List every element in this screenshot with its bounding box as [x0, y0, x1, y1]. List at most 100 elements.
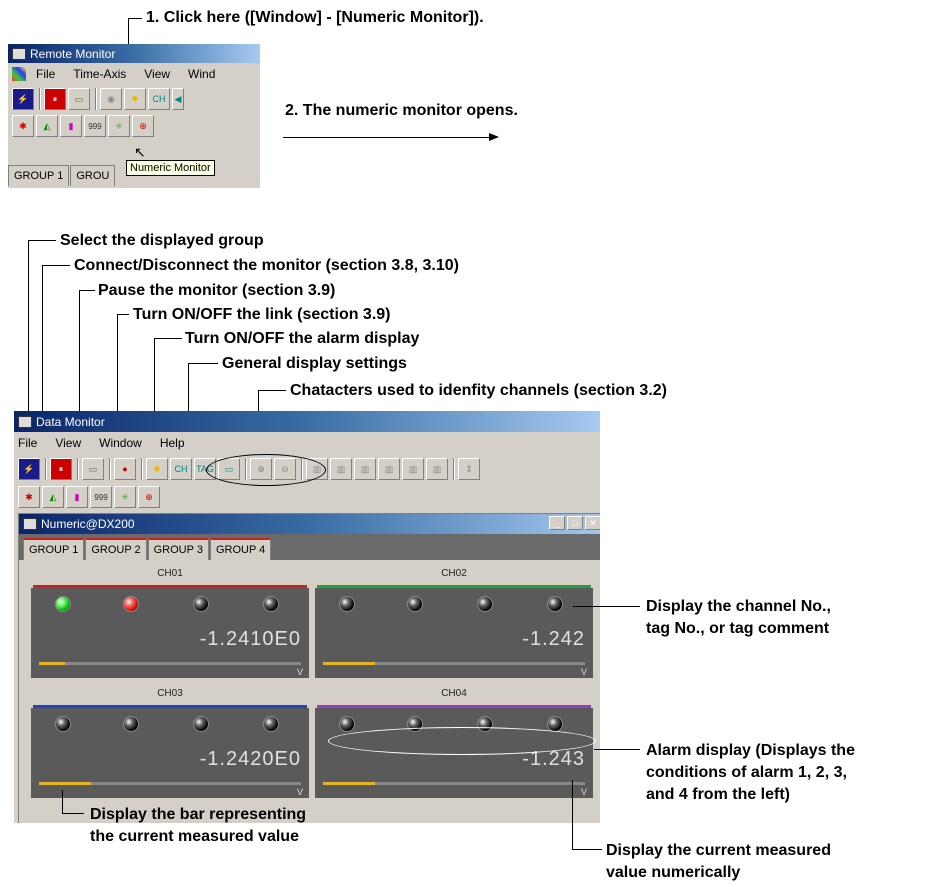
leader-link-h	[117, 314, 129, 315]
scale-icon[interactable]: ⇕	[458, 458, 480, 480]
digital-icon[interactable]: ◭	[36, 115, 58, 137]
layout-5-icon[interactable]: ▥	[402, 458, 424, 480]
alarm-display-button[interactable]: ◉	[100, 88, 122, 110]
leader-bar-h	[62, 813, 84, 814]
bar-graph-icon[interactable]: ▮	[66, 486, 88, 508]
close-button[interactable]: ✕	[585, 516, 600, 530]
tab-group-2[interactable]: GROU	[70, 164, 116, 186]
general-settings-button[interactable]: ✸	[146, 458, 168, 480]
bar-graph-icon[interactable]: ▮	[60, 115, 82, 137]
menu-file[interactable]: File	[18, 436, 37, 450]
menu-file[interactable]: File	[36, 67, 55, 81]
window-controls: _ □ ✕	[549, 516, 600, 530]
measured-value: -1.2420E0	[199, 748, 301, 770]
numeric-monitor-icon[interactable]: 999	[84, 115, 106, 137]
data-monitor-title: Data Monitor	[36, 414, 105, 429]
measured-value: -1.2410E0	[199, 628, 301, 650]
connect-button[interactable]: ⚡	[12, 88, 34, 110]
toolbar-separator	[109, 458, 111, 480]
trend-icon[interactable]: ✱	[18, 486, 40, 508]
remote-monitor-titlebar: Remote Monitor	[8, 44, 260, 63]
select-group-annotation: Select the displayed group	[60, 232, 264, 249]
chars-annotation: Chatacters used to idenfity channels (se…	[290, 382, 667, 399]
alarm-display-line-3: and 4 from the left)	[646, 786, 791, 803]
layout-3-icon[interactable]: ▥	[354, 458, 376, 480]
link-button[interactable]: ▭	[82, 458, 104, 480]
layout-6-icon[interactable]: ▥	[426, 458, 448, 480]
alarm-lamp-2-icon	[407, 596, 423, 612]
value-bar-fill	[39, 782, 92, 785]
step2-annotation: 2. The numeric monitor opens.	[285, 102, 518, 119]
unit-label: V	[296, 787, 303, 797]
leader-general-h	[188, 363, 218, 364]
circular-icon[interactable]: ✳	[108, 115, 130, 137]
alarm-summary-icon[interactable]: ⊕	[132, 115, 154, 137]
layout-2-icon[interactable]: ▥	[330, 458, 352, 480]
pause-annotation: Pause the monitor (section 3.9)	[98, 282, 336, 299]
numeric-monitor-icon[interactable]: 999	[90, 486, 112, 508]
ch-label-button[interactable]: CH	[148, 88, 170, 110]
remote-monitor-menubar: File Time-Axis View Wind	[8, 63, 260, 85]
channel-panel-ch03: CH03 -1.2420E0 V	[29, 682, 311, 800]
toolbar-separator	[141, 458, 143, 480]
circular-icon[interactable]: ✳	[114, 486, 136, 508]
connect-button[interactable]: ⚡	[18, 458, 40, 480]
leader-connect-h	[42, 265, 70, 266]
minimize-button[interactable]: _	[549, 516, 565, 530]
alarm-summary-icon[interactable]: ⊕	[138, 486, 160, 508]
tab-group-3[interactable]: GROUP 3	[147, 538, 209, 560]
alarm-lamp-3-icon	[477, 596, 493, 612]
tab-group-1[interactable]: GROUP 1	[23, 538, 85, 560]
menu-window[interactable]: Window	[99, 436, 142, 450]
unit-label: V	[580, 787, 587, 797]
remote-tabs: GROUP 1 GROU	[8, 162, 116, 188]
leader-numeric-h	[572, 849, 602, 850]
value-bar	[323, 662, 585, 665]
alarm-lamp-4-icon	[263, 716, 279, 732]
leader-channel-no	[573, 606, 640, 607]
value-bar	[39, 782, 301, 785]
numeric-icon	[23, 518, 37, 530]
general-settings-button[interactable]: ✸	[124, 88, 146, 110]
maximize-button[interactable]: □	[567, 516, 583, 530]
data-monitor-menubar: File View Window Help	[14, 432, 600, 454]
channel-no-line-1: Display the channel No.,	[646, 598, 831, 615]
leader-alarm-h	[154, 338, 182, 339]
pause-button[interactable]: ⏸	[44, 88, 66, 110]
leader-pause-h	[79, 290, 95, 291]
alarm-lamp-1-icon	[339, 596, 355, 612]
ch-label-button[interactable]: CH	[170, 458, 192, 480]
link-annotation: Turn ON/OFF the link (section 3.9)	[133, 306, 391, 323]
leader-numeric-v	[572, 780, 573, 850]
alarm-lamp-4-icon	[263, 596, 279, 612]
tab-group-4[interactable]: GROUP 4	[209, 538, 272, 560]
menu-view[interactable]: View	[55, 436, 81, 450]
leader-bar-v	[62, 790, 63, 814]
layout-4-icon[interactable]: ▥	[378, 458, 400, 480]
tab-group-2[interactable]: GROUP 2	[85, 538, 147, 560]
value-bar	[39, 662, 301, 665]
menu-help[interactable]: Help	[160, 436, 185, 450]
digital-icon[interactable]: ◭	[42, 486, 64, 508]
monitor-icon	[12, 47, 26, 60]
tag-label-button[interactable]: ◀	[172, 88, 184, 110]
menu-window[interactable]: Wind	[188, 67, 215, 81]
menu-time-axis[interactable]: Time-Axis	[73, 67, 126, 81]
toolbar-separator	[45, 458, 47, 480]
alarm-display-line-1: Alarm display (Displays the	[646, 742, 855, 759]
trend-icon[interactable]: ✱	[12, 115, 34, 137]
alarm-display-button[interactable]: ●	[114, 458, 136, 480]
alarm-highlight-ellipse	[328, 727, 596, 755]
tab-group-1[interactable]: GROUP 1	[8, 164, 70, 186]
char-buttons-highlight-ellipse	[206, 454, 326, 486]
pause-button[interactable]: ⏸	[50, 458, 72, 480]
bar-annotation: Display the bar representing the current…	[90, 804, 306, 848]
alarm-lamp-3-icon	[193, 596, 209, 612]
measured-value: -1.242	[522, 628, 585, 650]
leader-select-h	[28, 240, 56, 241]
tooltip-numeric-monitor: Numeric Monitor	[126, 160, 215, 176]
menu-view[interactable]: View	[144, 67, 170, 81]
link-button[interactable]: ▭	[68, 88, 90, 110]
value-bar	[323, 782, 585, 785]
numeric-panel-area: CH01 -1.2410E0 V CH02 -1.242 V CH03 -1.2420E0…	[19, 560, 600, 823]
